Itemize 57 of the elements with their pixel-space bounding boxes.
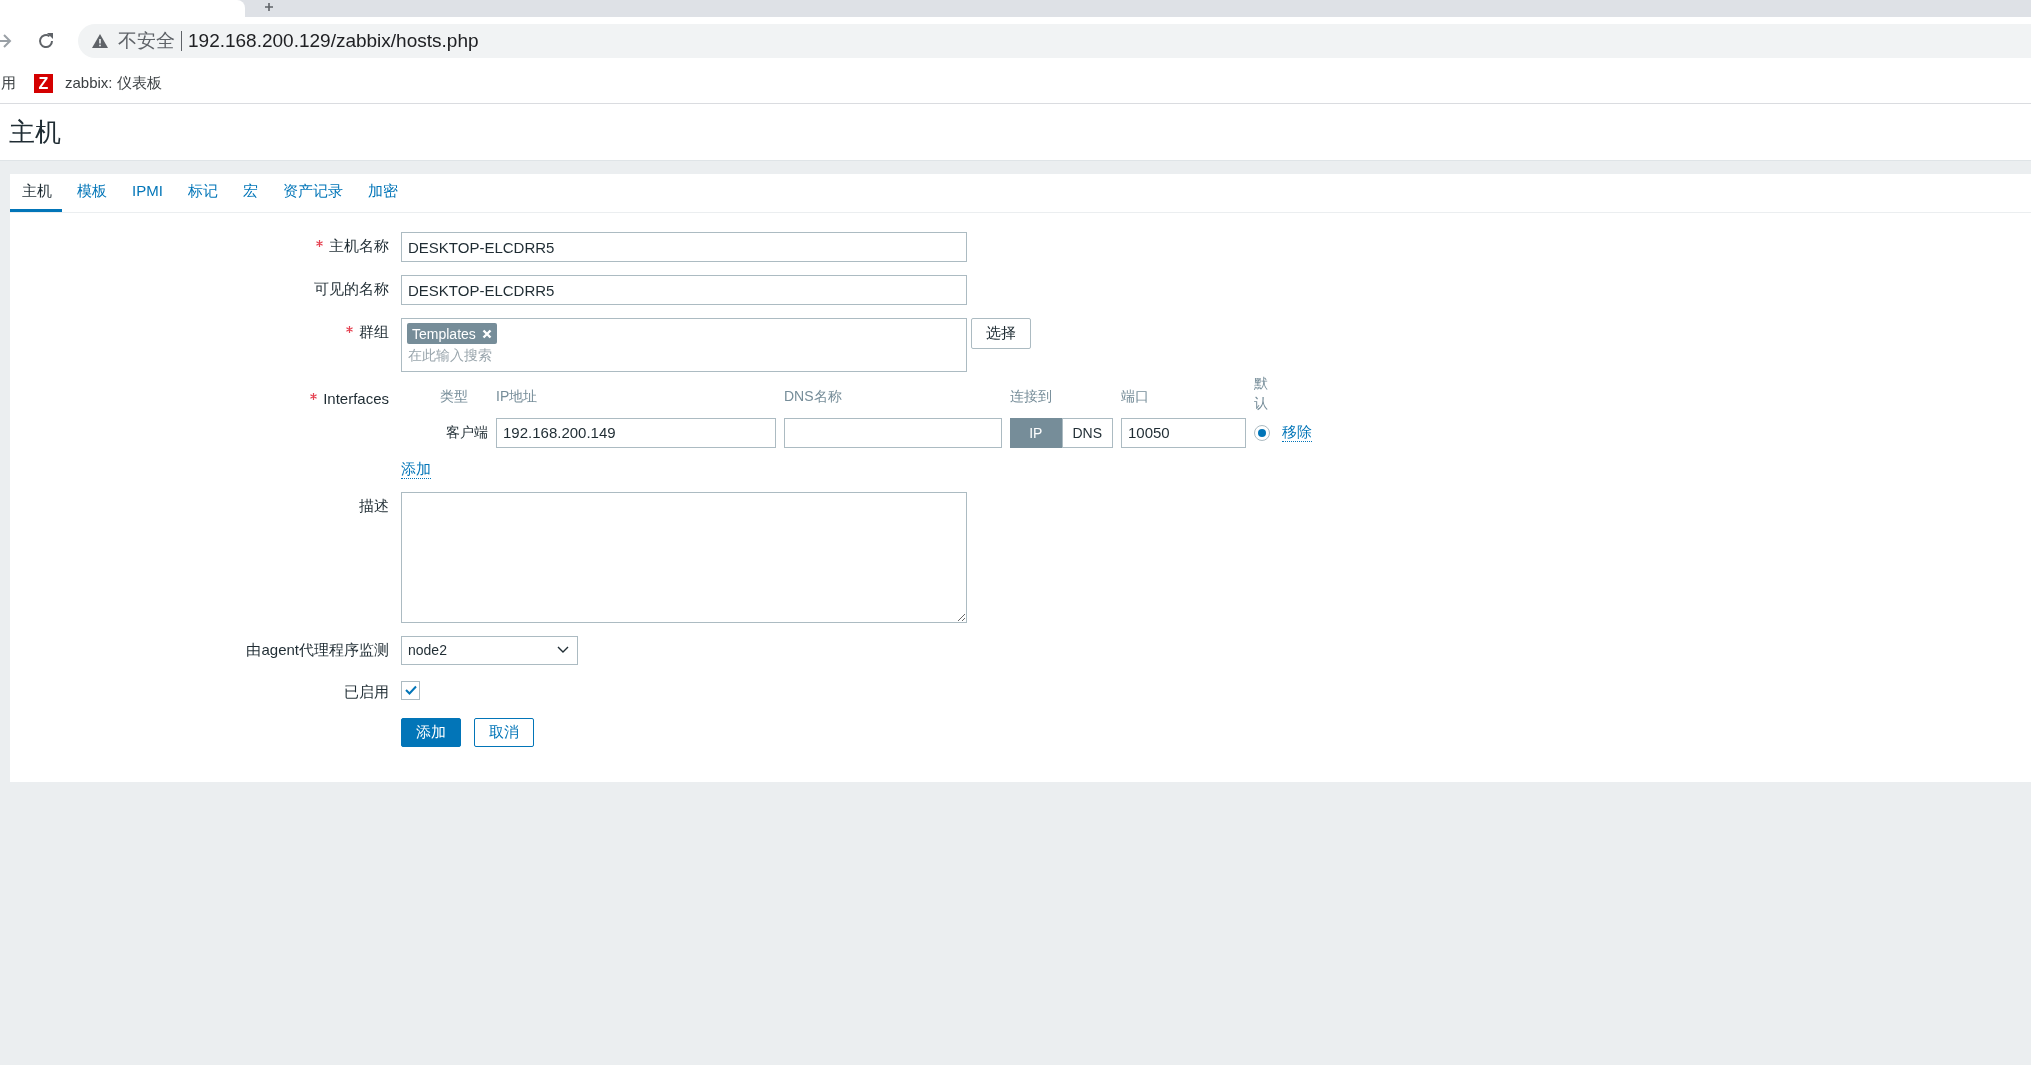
reload-icon[interactable] <box>36 31 56 51</box>
field-label: 主机名称 <box>316 237 389 254</box>
tab[interactable]: 主机 <box>10 174 62 212</box>
tab[interactable]: 资产记录 <box>272 174 353 212</box>
forward-icon[interactable] <box>0 33 12 49</box>
field-label: 群组 <box>346 323 389 340</box>
port-field[interactable]: 10050 <box>1121 417 1246 448</box>
column-header: 默认 <box>1254 374 1268 414</box>
dns-field[interactable] <box>784 417 1002 448</box>
bookmark-link[interactable]: zabbix: 仪表板 <box>65 73 162 93</box>
close-icon[interactable] <box>481 328 492 339</box>
remove-link[interactable]: 移除 <box>1282 423 1312 443</box>
warning-icon <box>92 34 108 48</box>
field-label: 描述 <box>359 496 389 514</box>
interface-type: 客户端 <box>445 423 488 442</box>
column-header: IP地址 <box>496 387 539 406</box>
field-label: 可见的名称 <box>314 280 389 297</box>
zabbix-logo-icon: Z <box>34 73 53 93</box>
url-text: 192.168.200.129/zabbix/hosts.php <box>188 30 479 52</box>
field-label: Interfaces <box>310 390 389 407</box>
required-icon <box>310 393 318 400</box>
toggle-option[interactable]: DNS <box>1061 417 1113 448</box>
ip-field[interactable]: 192.168.200.149 <box>496 417 776 448</box>
visible-name-field[interactable]: DESKTOP-ELCDRR5 <box>401 275 967 305</box>
required-icon <box>346 326 353 333</box>
check-icon <box>404 685 417 696</box>
bookmark-link[interactable]: 用 <box>1 73 16 93</box>
new-tab-icon[interactable] <box>265 3 273 11</box>
security-label: 不安全 <box>118 29 175 53</box>
chevron-down-icon <box>557 646 569 655</box>
proxy-dropdown[interactable]: node2 <box>401 635 578 665</box>
column-header: 端口 <box>1121 387 1150 406</box>
column-header: 类型 <box>440 387 469 406</box>
page-title: 主机 <box>8 116 62 149</box>
select-button[interactable]: 选择 <box>971 318 1031 349</box>
separator-icon <box>181 31 182 51</box>
add-button[interactable]: 添加 <box>401 717 461 747</box>
tab[interactable]: 加密 <box>357 174 408 212</box>
tab[interactable]: 模板 <box>67 174 117 212</box>
description-field[interactable] <box>401 491 967 623</box>
tab[interactable]: 标记 <box>177 174 228 212</box>
tab[interactable]: IPMI <box>122 174 173 212</box>
required-icon <box>316 240 323 247</box>
tag-label: Templates <box>412 325 476 342</box>
enabled-checkbox[interactable] <box>401 680 420 700</box>
host-name-field[interactable]: DESKTOP-ELCDRR5 <box>401 232 967 262</box>
group-field[interactable]: Templates 在此输入搜索 <box>401 318 967 372</box>
address-bar[interactable]: 不安全 192.168.200.129/zabbix/hosts.php <box>78 24 2031 58</box>
field-label: 由agent代理程序监测 <box>246 640 389 658</box>
column-header: DNS名称 <box>784 387 843 406</box>
tab[interactable]: 宏 <box>232 174 268 212</box>
cancel-button[interactable]: 取消 <box>474 717 534 747</box>
toggle-option[interactable]: IP <box>1010 417 1062 448</box>
add-link[interactable]: 添加 <box>401 459 431 479</box>
column-header: 连接到 <box>1010 387 1053 406</box>
default-radio[interactable] <box>1254 424 1270 441</box>
field-label: 已启用 <box>344 682 389 700</box>
